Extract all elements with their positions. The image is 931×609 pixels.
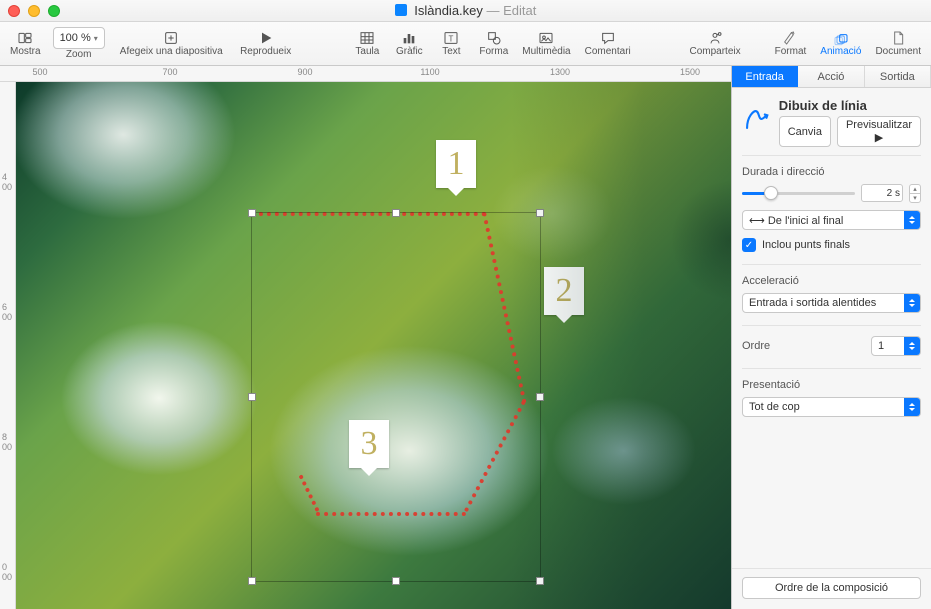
duration-label: Durada i direcció [742, 166, 921, 178]
map-marker-2[interactable]: 2 [544, 267, 584, 315]
preview-button[interactable]: Previsualitzar ▶ [837, 116, 921, 147]
tab-accio[interactable]: Acció [798, 66, 864, 87]
map-marker-1[interactable]: 1 [436, 140, 476, 188]
include-endpoints-label: Inclou punts finals [762, 239, 850, 251]
titlebar: Islàndia.key — Editat [0, 0, 931, 22]
close-window-button[interactable] [8, 5, 20, 17]
change-effect-button[interactable]: Canvia [779, 116, 831, 147]
ruler-horizontal: 500 700 900 1100 1300 1500 [0, 66, 731, 82]
comment-button[interactable]: Comentari [579, 24, 637, 64]
duration-field[interactable]: 2 s [861, 184, 903, 202]
ruler-vertical: 4 00 6 00 8 00 0 00 [0, 82, 16, 609]
include-endpoints-checkbox[interactable]: ✓ [742, 238, 756, 252]
fullscreen-window-button[interactable] [48, 5, 60, 17]
delivery-label: Presentació [742, 379, 921, 391]
text-button[interactable]: TText [431, 24, 471, 64]
map-marker-3[interactable]: 3 [349, 420, 389, 468]
table-button[interactable]: Taula [347, 24, 387, 64]
format-tab[interactable]: Format [769, 24, 813, 64]
canvas[interactable]: 500 700 900 1100 1300 1500 4 00 6 00 8 0… [0, 66, 731, 609]
tab-sortida[interactable]: Sortida [865, 66, 931, 87]
duration-stepper[interactable]: ▴▾ [909, 184, 921, 202]
tab-entrada[interactable]: Entrada [732, 66, 798, 87]
toolbar: Mostra 100 %▾ Zoom Afegeix una diapositi… [0, 22, 931, 66]
svg-text:T: T [449, 34, 454, 43]
delivery-select[interactable]: Tot de cop [742, 397, 921, 417]
order-select[interactable]: 1 [871, 336, 921, 356]
minimize-window-button[interactable] [28, 5, 40, 17]
order-label: Ordre [742, 340, 770, 352]
chart-button[interactable]: Gràfic [389, 24, 429, 64]
line-draw-icon [742, 106, 771, 140]
view-button[interactable]: Mostra [4, 24, 47, 64]
slide[interactable]: 1 2 3 [16, 82, 731, 609]
window-title: Islàndia.key — Editat [0, 3, 931, 18]
window-controls [8, 5, 60, 17]
animation-tab[interactable]: Animació [814, 24, 867, 64]
direction-select[interactable]: ⟷ De l'inici al final [742, 210, 921, 230]
share-button[interactable]: Comparteix [683, 24, 746, 64]
effect-title: Dibuix de línia [779, 98, 921, 113]
shape-button[interactable]: Forma [473, 24, 514, 64]
inspector-panel: Entrada Acció Sortida Dibuix de línia Ca… [731, 66, 931, 609]
play-button[interactable]: Reprodueix [231, 24, 301, 64]
document-icon [395, 4, 407, 16]
add-slide-button[interactable]: Afegeix una diapositiva [114, 24, 229, 64]
zoom-control[interactable]: 100 %▾ Zoom [49, 27, 109, 60]
document-tab[interactable]: Document [869, 24, 927, 64]
media-button[interactable]: Multimèdia [516, 24, 576, 64]
acceleration-select[interactable]: Entrada i sortida alentides [742, 293, 921, 313]
acceleration-label: Acceleració [742, 275, 921, 287]
build-order-button[interactable]: Ordre de la composició [742, 577, 921, 599]
duration-slider[interactable] [742, 192, 855, 195]
